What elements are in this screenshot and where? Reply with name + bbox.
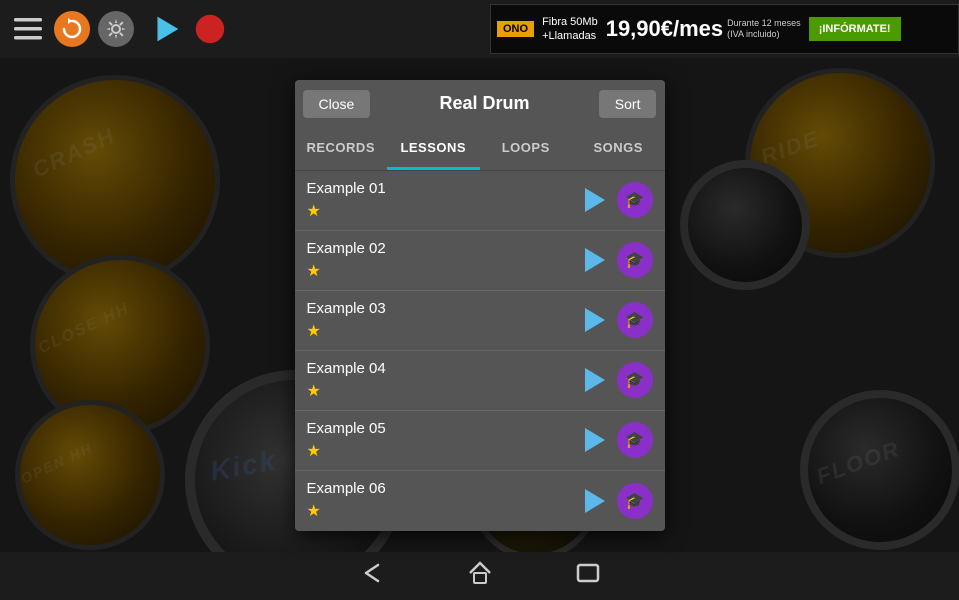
ad-price: 19,90€/mes bbox=[606, 16, 723, 42]
item-actions: 🎓 bbox=[579, 302, 653, 338]
menu-button[interactable] bbox=[10, 11, 46, 47]
modal-dialog: Close Real Drum Sort RECORDS LESSONS LOO… bbox=[295, 80, 665, 531]
item-actions: 🎓 bbox=[579, 362, 653, 398]
play-item-button[interactable] bbox=[579, 485, 611, 517]
record-button[interactable] bbox=[192, 11, 228, 47]
play-item-button[interactable] bbox=[579, 184, 611, 216]
tab-records[interactable]: RECORDS bbox=[295, 128, 388, 170]
lesson-button[interactable]: 🎓 bbox=[617, 362, 653, 398]
top-bar-icons bbox=[10, 11, 228, 47]
tab-loops[interactable]: LOOPS bbox=[480, 128, 573, 170]
ad-price-detail: Durante 12 meses (IVA incluido) bbox=[727, 18, 801, 40]
list-item: Example 01 ★ 🎓 bbox=[295, 171, 665, 231]
modal-title: Real Drum bbox=[440, 93, 530, 114]
lesson-button[interactable]: 🎓 bbox=[617, 302, 653, 338]
sort-button[interactable]: Sort bbox=[599, 90, 657, 118]
item-info: Example 03 ★ bbox=[307, 300, 386, 341]
lesson-button[interactable]: 🎓 bbox=[617, 242, 653, 278]
close-button[interactable]: Close bbox=[303, 90, 371, 118]
item-info: Example 04 ★ bbox=[307, 360, 386, 401]
item-info: Example 06 ★ bbox=[307, 480, 386, 521]
play-item-button[interactable] bbox=[579, 304, 611, 336]
settings-button[interactable] bbox=[98, 11, 134, 47]
item-info: Example 02 ★ bbox=[307, 240, 386, 281]
list-item: Example 02 ★ 🎓 bbox=[295, 231, 665, 291]
bottom-nav bbox=[0, 552, 959, 600]
play-button[interactable] bbox=[148, 11, 184, 47]
home-button[interactable] bbox=[466, 559, 494, 593]
ad-button[interactable]: ¡INFÓRMATE! bbox=[809, 17, 901, 41]
list-item: Example 05 ★ 🎓 bbox=[295, 411, 665, 471]
recents-button[interactable] bbox=[574, 559, 602, 593]
item-actions: 🎓 bbox=[579, 483, 653, 519]
refresh-button[interactable] bbox=[54, 11, 90, 47]
list-item: Example 04 ★ 🎓 bbox=[295, 351, 665, 411]
ad-text: Fibra 50Mb +Llamadas bbox=[542, 15, 598, 44]
lesson-button[interactable]: 🎓 bbox=[617, 483, 653, 519]
modal-overlay: Close Real Drum Sort RECORDS LESSONS LOO… bbox=[0, 58, 959, 552]
tab-songs[interactable]: SONGS bbox=[572, 128, 665, 170]
item-actions: 🎓 bbox=[579, 242, 653, 278]
lesson-button[interactable]: 🎓 bbox=[617, 182, 653, 218]
lesson-button[interactable]: 🎓 bbox=[617, 422, 653, 458]
tab-lessons[interactable]: LESSONS bbox=[387, 128, 480, 170]
modal-header: Close Real Drum Sort bbox=[295, 80, 665, 128]
modal-tabs: RECORDS LESSONS LOOPS SONGS bbox=[295, 128, 665, 171]
back-button[interactable] bbox=[358, 559, 386, 593]
item-actions: 🎓 bbox=[579, 182, 653, 218]
ad-banner: ONO Fibra 50Mb +Llamadas 19,90€/mes Dura… bbox=[490, 4, 959, 54]
item-info: Example 05 ★ bbox=[307, 420, 386, 461]
item-info: Example 01 ★ bbox=[307, 180, 386, 221]
list-item: Example 06 ★ 🎓 bbox=[295, 471, 665, 531]
modal-list: Example 01 ★ 🎓 Example 02 ★ 🎓 bbox=[295, 171, 665, 531]
play-item-button[interactable] bbox=[579, 244, 611, 276]
play-item-button[interactable] bbox=[579, 424, 611, 456]
item-actions: 🎓 bbox=[579, 422, 653, 458]
list-item: Example 03 ★ 🎓 bbox=[295, 291, 665, 351]
ad-logo: ONO bbox=[497, 21, 534, 37]
play-item-button[interactable] bbox=[579, 364, 611, 396]
